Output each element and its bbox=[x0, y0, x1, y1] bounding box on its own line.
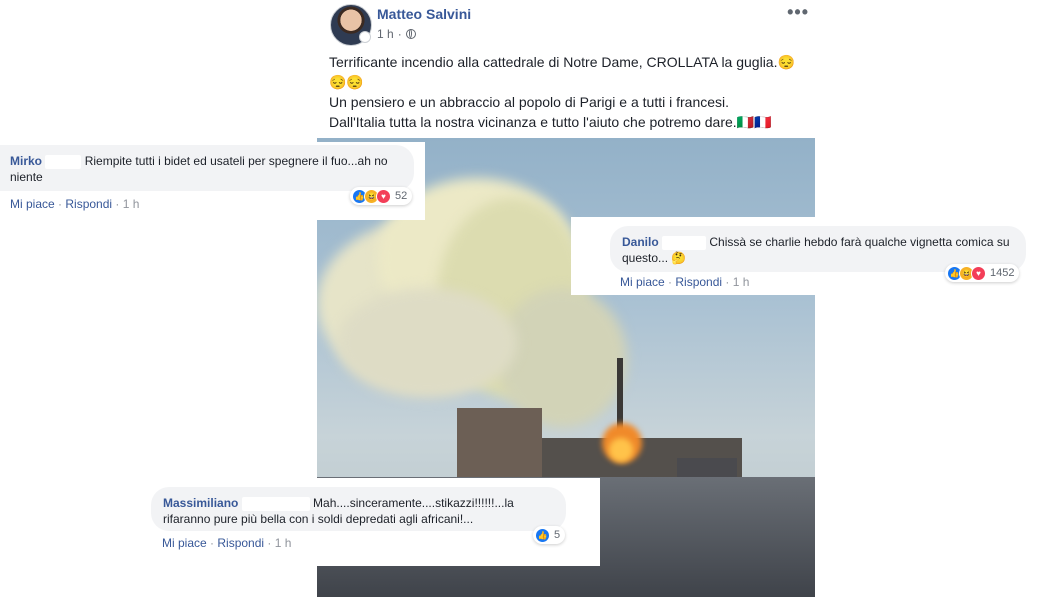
comment-actions: Mi piace · Rispondi · 1 h bbox=[10, 197, 140, 211]
comment-author[interactable]: Mirko bbox=[10, 154, 42, 168]
comment-bubble: Massimiliano Mah....sinceramente....stik… bbox=[151, 487, 566, 531]
reply-link[interactable]: Rispondi bbox=[217, 536, 264, 550]
love-reaction-icon: ♥ bbox=[376, 188, 391, 204]
comment-actions: Mi piace · Rispondi · 1 h bbox=[620, 275, 750, 289]
more-options-icon[interactable]: ••• bbox=[787, 2, 809, 23]
post-timestamp[interactable]: 1 h bbox=[377, 27, 394, 41]
fire-flames bbox=[609, 438, 633, 462]
comment-reactions[interactable]: 👍 😆 ♥ 1452 bbox=[945, 264, 1020, 282]
reaction-count: 52 bbox=[395, 190, 408, 202]
reaction-count: 1452 bbox=[990, 267, 1015, 279]
post-text-line: Terrificante incendio alla cattedrale di… bbox=[329, 54, 795, 70]
post-text-line: Dall'Italia tutta la nostra vicinanza e … bbox=[329, 114, 772, 130]
reaction-count: 5 bbox=[554, 529, 561, 541]
redacted-surname bbox=[662, 235, 707, 250]
post-author-name[interactable]: Matteo Salvini bbox=[377, 6, 471, 22]
comment-timestamp[interactable]: 1 h bbox=[733, 275, 750, 289]
post-text-line: 😔😔 bbox=[329, 74, 364, 90]
like-link[interactable]: Mi piace bbox=[620, 275, 665, 289]
post-meta: 1 h · bbox=[377, 27, 416, 41]
comment-author[interactable]: Danilo bbox=[622, 235, 659, 249]
comment-bubble: Mirko Riempite tutti i bidet ed usateli … bbox=[0, 145, 414, 191]
comment-timestamp[interactable]: 1 h bbox=[123, 197, 140, 211]
smoke-plume bbox=[497, 288, 627, 428]
reply-link[interactable]: Rispondi bbox=[675, 275, 722, 289]
comment-timestamp[interactable]: 1 h bbox=[275, 536, 292, 550]
post-text-line: Un pensiero e un abbraccio al popolo di … bbox=[329, 94, 730, 110]
verified-badge-icon bbox=[359, 31, 371, 43]
comment-reactions[interactable]: 👍 😆 ♥ 52 bbox=[350, 187, 413, 205]
comment-author[interactable]: Massimiliano bbox=[163, 496, 238, 510]
redacted-surname bbox=[241, 496, 310, 511]
redacted-surname bbox=[45, 154, 82, 169]
like-link[interactable]: Mi piace bbox=[162, 536, 207, 550]
comment-actions: Mi piace · Rispondi · 1 h bbox=[162, 536, 292, 550]
reply-link[interactable]: Rispondi bbox=[65, 197, 112, 211]
love-reaction-icon: ♥ bbox=[971, 265, 986, 281]
like-reaction-icon: 👍 bbox=[535, 527, 550, 543]
like-link[interactable]: Mi piace bbox=[10, 197, 55, 211]
post-text: Terrificante incendio alla cattedrale di… bbox=[329, 52, 799, 132]
smoke-plume bbox=[337, 288, 517, 398]
comment-reactions[interactable]: 👍 5 bbox=[533, 526, 566, 544]
globe-icon bbox=[405, 29, 416, 39]
